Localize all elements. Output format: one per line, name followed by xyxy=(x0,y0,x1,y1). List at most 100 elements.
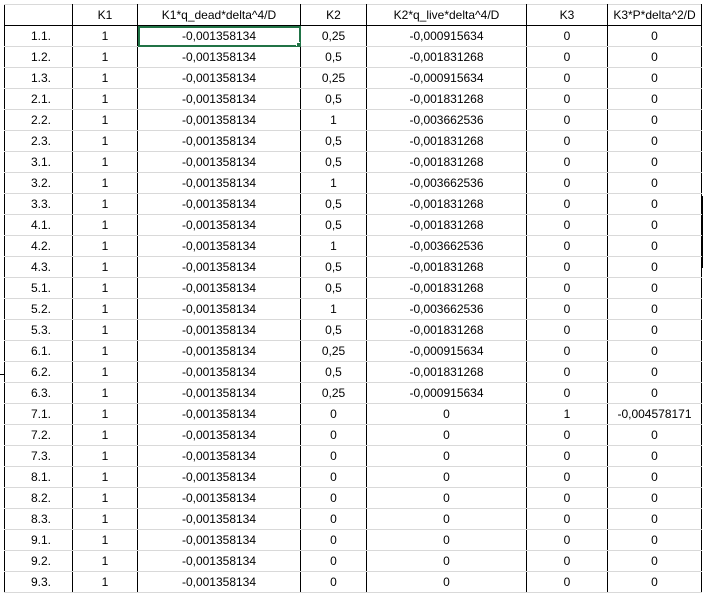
cell-k3-product[interactable]: 0 xyxy=(607,67,702,89)
column-header-k1-product[interactable]: K1*q_dead*delta^4/D xyxy=(137,4,301,26)
column-header-k2-product[interactable]: K2*q_live*delta^4/D xyxy=(366,4,527,26)
cell-k1[interactable]: 1 xyxy=(72,172,138,194)
cell-row-label[interactable]: 9.1. xyxy=(4,529,73,551)
cell-k1-product[interactable]: -0,001358134 xyxy=(137,571,301,593)
column-header-k3-product[interactable]: K3*P*delta^2/D xyxy=(607,4,702,26)
cell-k2[interactable]: 0,25 xyxy=(300,25,367,47)
cell-k1-product[interactable]: -0,001358134 xyxy=(137,172,301,194)
cell-k3-product[interactable]: 0 xyxy=(607,361,702,383)
cell-k2-product[interactable]: -0,001831268 xyxy=(366,256,527,278)
cell-row-label[interactable]: 6.1. xyxy=(4,340,73,362)
cell-row-label[interactable]: 8.3. xyxy=(4,508,73,530)
cell-k2-product[interactable]: 0 xyxy=(366,508,527,530)
cell-k2-product[interactable]: -0,003662536 xyxy=(366,298,527,320)
cell-k3[interactable]: 0 xyxy=(526,25,608,47)
cell-k3-product[interactable]: 0 xyxy=(607,529,702,551)
cell-row-label[interactable]: 2.2. xyxy=(4,109,73,131)
cell-k1[interactable]: 1 xyxy=(72,298,138,320)
cell-k1-product[interactable]: -0,001358134 xyxy=(137,256,301,278)
cell-k1[interactable]: 1 xyxy=(72,529,138,551)
cell-k3-product[interactable]: 0 xyxy=(607,130,702,152)
cell-k2[interactable]: 1 xyxy=(300,109,367,131)
cell-k3[interactable]: 0 xyxy=(526,424,608,446)
cell-row-label[interactable]: 2.1. xyxy=(4,88,73,110)
cell-k3[interactable]: 1 xyxy=(526,403,608,425)
cell-k3[interactable]: 0 xyxy=(526,487,608,509)
cell-k3[interactable]: 0 xyxy=(526,256,608,278)
cell-k3[interactable]: 0 xyxy=(526,109,608,131)
cell-k1[interactable]: 1 xyxy=(72,109,138,131)
column-header-k1[interactable]: K1 xyxy=(72,4,138,26)
cell-k1-product[interactable]: -0,001358134 xyxy=(137,25,301,47)
cell-k2[interactable]: 0 xyxy=(300,571,367,593)
cell-k3-product[interactable]: 0 xyxy=(607,88,702,110)
cell-k1[interactable]: 1 xyxy=(72,487,138,509)
cell-k2-product[interactable]: 0 xyxy=(366,571,527,593)
cell-k1[interactable]: 1 xyxy=(72,214,138,236)
cell-k1-product[interactable]: -0,001358134 xyxy=(137,382,301,404)
cell-k2-product[interactable]: -0,001831268 xyxy=(366,361,527,383)
cell-k3-product[interactable]: 0 xyxy=(607,298,702,320)
cell-k2[interactable]: 0,5 xyxy=(300,151,367,173)
cell-k3-product[interactable]: 0 xyxy=(607,25,702,47)
cell-k2[interactable]: 0,5 xyxy=(300,319,367,341)
cell-k1[interactable]: 1 xyxy=(72,67,138,89)
cell-k1-product[interactable]: -0,001358134 xyxy=(137,529,301,551)
cell-k1[interactable]: 1 xyxy=(72,424,138,446)
cell-k1-product[interactable]: -0,001358134 xyxy=(137,235,301,257)
cell-row-label[interactable]: 4.2. xyxy=(4,235,73,257)
cell-k2-product[interactable]: 0 xyxy=(366,550,527,572)
cell-k1-product[interactable]: -0,001358134 xyxy=(137,298,301,320)
cell-row-label[interactable]: 4.1. xyxy=(4,214,73,236)
column-header-k2[interactable]: K2 xyxy=(300,4,367,26)
cell-k3-product[interactable]: 0 xyxy=(607,550,702,572)
cell-row-label[interactable]: 3.1. xyxy=(4,151,73,173)
cell-k3-product[interactable]: 0 xyxy=(607,277,702,299)
cell-k1-product[interactable]: -0,001358134 xyxy=(137,508,301,530)
cell-k2-product[interactable]: 0 xyxy=(366,445,527,467)
cell-k2-product[interactable]: -0,003662536 xyxy=(366,109,527,131)
cell-k2-product[interactable]: -0,001831268 xyxy=(366,46,527,68)
cell-k3[interactable]: 0 xyxy=(526,508,608,530)
cell-k3[interactable]: 0 xyxy=(526,361,608,383)
cell-k2[interactable]: 0 xyxy=(300,466,367,488)
cell-k1-product[interactable]: -0,001358134 xyxy=(137,466,301,488)
cell-k2-product[interactable]: -0,000915634 xyxy=(366,340,527,362)
cell-k1-product[interactable]: -0,001358134 xyxy=(137,130,301,152)
cell-k1[interactable]: 1 xyxy=(72,319,138,341)
cell-k2[interactable]: 0,5 xyxy=(300,193,367,215)
column-header-row-label[interactable] xyxy=(4,4,73,26)
cell-k1[interactable]: 1 xyxy=(72,25,138,47)
cell-k2[interactable]: 0,25 xyxy=(300,382,367,404)
cell-k3-product[interactable]: 0 xyxy=(607,235,702,257)
cell-k2[interactable]: 0,5 xyxy=(300,361,367,383)
cell-k2[interactable]: 0,25 xyxy=(300,67,367,89)
cell-k3[interactable]: 0 xyxy=(526,571,608,593)
cell-k3[interactable]: 0 xyxy=(526,298,608,320)
cell-k3[interactable]: 0 xyxy=(526,151,608,173)
cell-row-label[interactable]: 6.2. xyxy=(4,361,73,383)
cell-k1[interactable]: 1 xyxy=(72,151,138,173)
cell-k2-product[interactable]: -0,000915634 xyxy=(366,382,527,404)
cell-k1[interactable]: 1 xyxy=(72,508,138,530)
cell-k2-product[interactable]: -0,001831268 xyxy=(366,151,527,173)
cell-row-label[interactable]: 8.1. xyxy=(4,466,73,488)
cell-k2[interactable]: 0 xyxy=(300,424,367,446)
cell-k3[interactable]: 0 xyxy=(526,340,608,362)
cell-row-label[interactable]: 1.3. xyxy=(4,67,73,89)
cell-k1-product[interactable]: -0,001358134 xyxy=(137,550,301,572)
column-header-k3[interactable]: K3 xyxy=(526,4,608,26)
cell-k2[interactable]: 0,5 xyxy=(300,214,367,236)
cell-k3-product[interactable]: 0 xyxy=(607,382,702,404)
cell-k1[interactable]: 1 xyxy=(72,403,138,425)
cell-k1[interactable]: 1 xyxy=(72,130,138,152)
cell-k3-product[interactable]: 0 xyxy=(607,172,702,194)
cell-k2-product[interactable]: 0 xyxy=(366,487,527,509)
cell-k1[interactable]: 1 xyxy=(72,382,138,404)
cell-k2[interactable]: 0,25 xyxy=(300,340,367,362)
cell-k2[interactable]: 0 xyxy=(300,508,367,530)
cell-k2-product[interactable]: 0 xyxy=(366,466,527,488)
cell-row-label[interactable]: 4.3. xyxy=(4,256,73,278)
cell-k1[interactable]: 1 xyxy=(72,340,138,362)
cell-k1-product[interactable]: -0,001358134 xyxy=(137,214,301,236)
